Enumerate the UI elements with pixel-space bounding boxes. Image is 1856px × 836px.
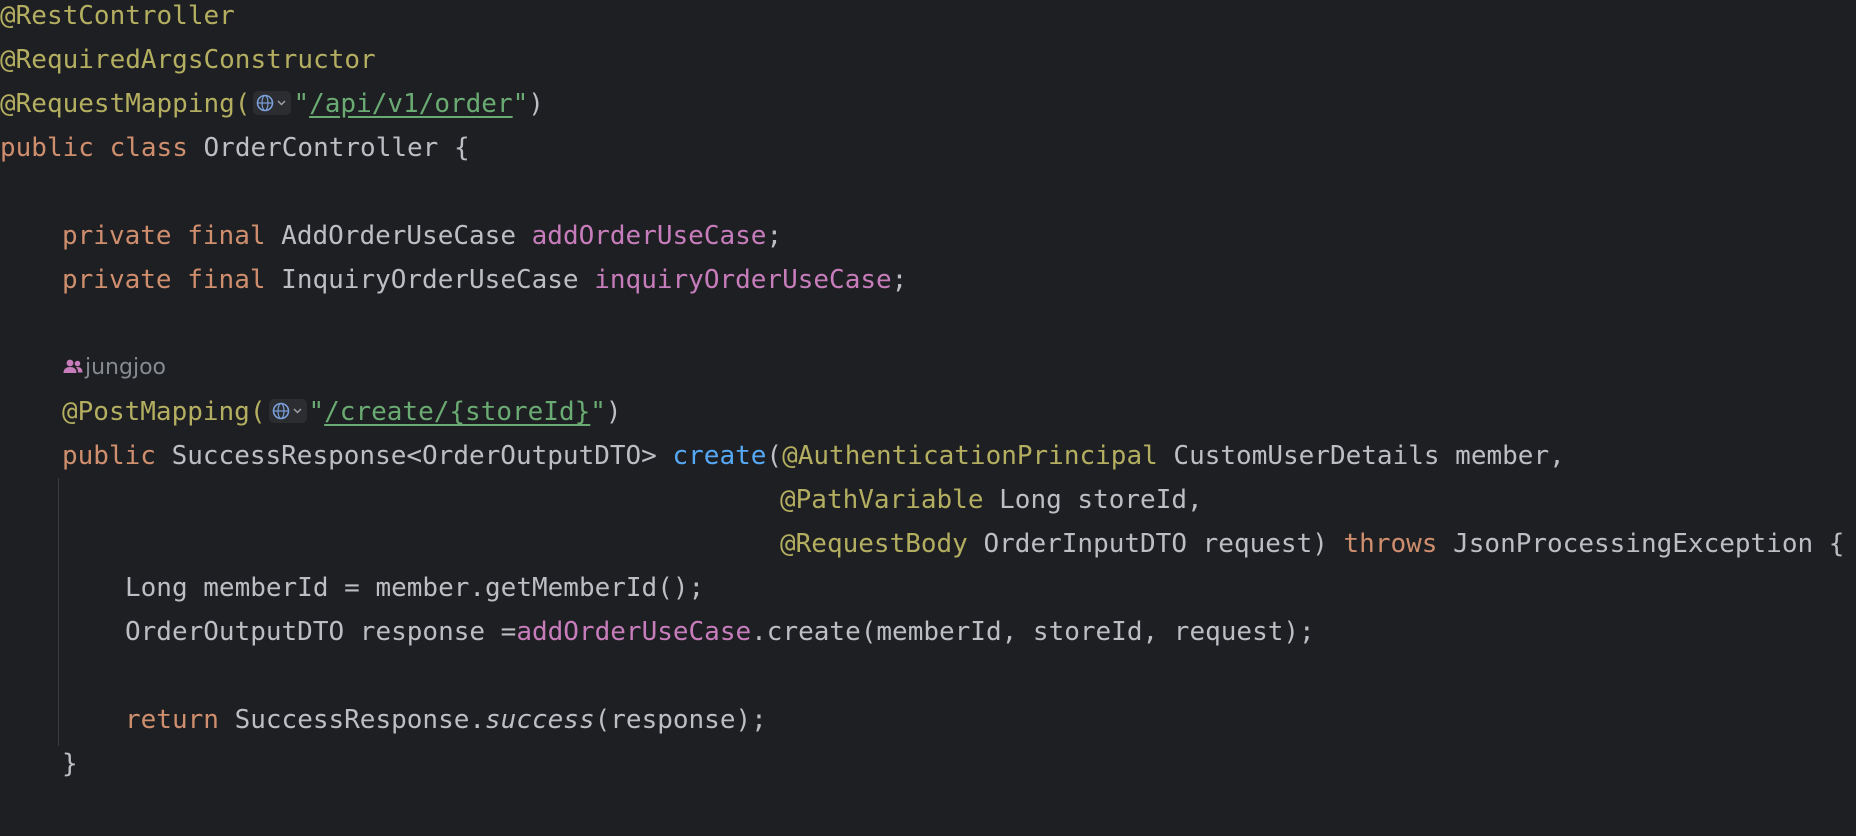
type-name: AddOrderUseCase [281, 221, 516, 251]
statement: Long memberId = member.getMemberId(); [125, 573, 705, 603]
code-line-17: } [62, 742, 78, 786]
keyword: public [62, 441, 156, 471]
type-name: InquiryOrderUseCase [281, 265, 579, 295]
statement-prefix: OrderOutputDTO response = [125, 617, 517, 647]
endpoint-path-link[interactable]: /api/v1/order [309, 89, 513, 119]
return-type: SuccessResponse<OrderOutputDTO> [171, 441, 657, 471]
field-name: addOrderUseCase [516, 617, 752, 647]
people-icon [63, 359, 83, 373]
parameter: OrderInputDTO request) [983, 529, 1328, 559]
code-line-11: @PathVariable Long storeId, [780, 478, 1203, 522]
code-line-4: public class OrderController { [0, 126, 470, 170]
code-line-16: return SuccessResponse.success(response)… [125, 698, 767, 742]
parameter: CustomUserDetails member, [1173, 441, 1565, 471]
string-quote: " [308, 397, 325, 427]
string-quote: " [293, 89, 310, 119]
keyword: return [125, 705, 219, 735]
keyword: final [187, 265, 266, 295]
code-line-13: Long memberId = member.getMemberId(); [125, 566, 704, 610]
class-ref: SuccessResponse. [234, 705, 486, 735]
semicolon: ; [766, 221, 783, 251]
field-name: addOrderUseCase [531, 221, 767, 251]
code-line-7: private final InquiryOrderUseCase inquir… [62, 258, 907, 302]
keyword: throws [1343, 529, 1438, 559]
static-method: success [485, 705, 595, 735]
closing-brace: } [62, 749, 78, 779]
keyword: public [0, 133, 94, 163]
class-name: OrderController { [203, 133, 470, 163]
paren: ( [766, 441, 783, 471]
code-line-1: @RestController [0, 0, 235, 38]
keyword: final [187, 221, 266, 251]
endpoint-path-link[interactable]: /create/{storeId} [324, 397, 590, 427]
method-name: create [672, 441, 767, 471]
annotation: @RequiredArgsConstructor [0, 45, 376, 75]
annotation: @PathVariable [780, 485, 984, 515]
endpoint-inlay-button[interactable] [268, 398, 307, 423]
code-line-10: public SuccessResponse<OrderOutputDTO> c… [62, 434, 1565, 478]
code-line-12: @RequestBody OrderInputDTO request) thro… [780, 522, 1844, 566]
code-editor[interactable]: @RestController @RequiredArgsConstructor… [0, 0, 1856, 836]
endpoint-inlay-button[interactable] [253, 90, 292, 115]
arguments: (response); [594, 705, 767, 735]
code-line-6: private final AddOrderUseCase addOrderUs… [62, 214, 782, 258]
exception-type: JsonProcessingException { [1453, 529, 1845, 559]
annotation: @RequestBody [780, 529, 968, 559]
globe-icon [272, 402, 302, 419]
code-line-9: @PostMapping( "/create/{storeId}") [62, 390, 622, 434]
annotation: @RequestMapping( [0, 89, 251, 119]
string-close: ") [512, 89, 544, 119]
indent-guide [58, 478, 59, 746]
code-line-3: @RequestMapping( "/api/v1/order") [0, 82, 544, 126]
author-inlay-hint[interactable]: jungjoo [62, 346, 166, 390]
field-name: inquiryOrderUseCase [594, 265, 892, 295]
annotation: @RestController [0, 1, 235, 31]
string-close: ") [590, 397, 622, 427]
globe-icon [257, 94, 286, 111]
keyword: class [109, 133, 188, 163]
code-line-14: OrderOutputDTO response =addOrderUseCase… [125, 610, 1315, 654]
annotation: @PostMapping( [62, 397, 266, 427]
annotation: @AuthenticationPrincipal [782, 441, 1158, 471]
semicolon: ; [891, 265, 908, 295]
keyword: private [62, 265, 172, 295]
keyword: private [62, 221, 172, 251]
statement-rest: .create(memberId, storeId, request); [751, 617, 1315, 647]
author-name: jungjoo [85, 355, 166, 380]
parameter: Long storeId, [999, 485, 1203, 515]
code-line-2: @RequiredArgsConstructor [0, 38, 376, 82]
